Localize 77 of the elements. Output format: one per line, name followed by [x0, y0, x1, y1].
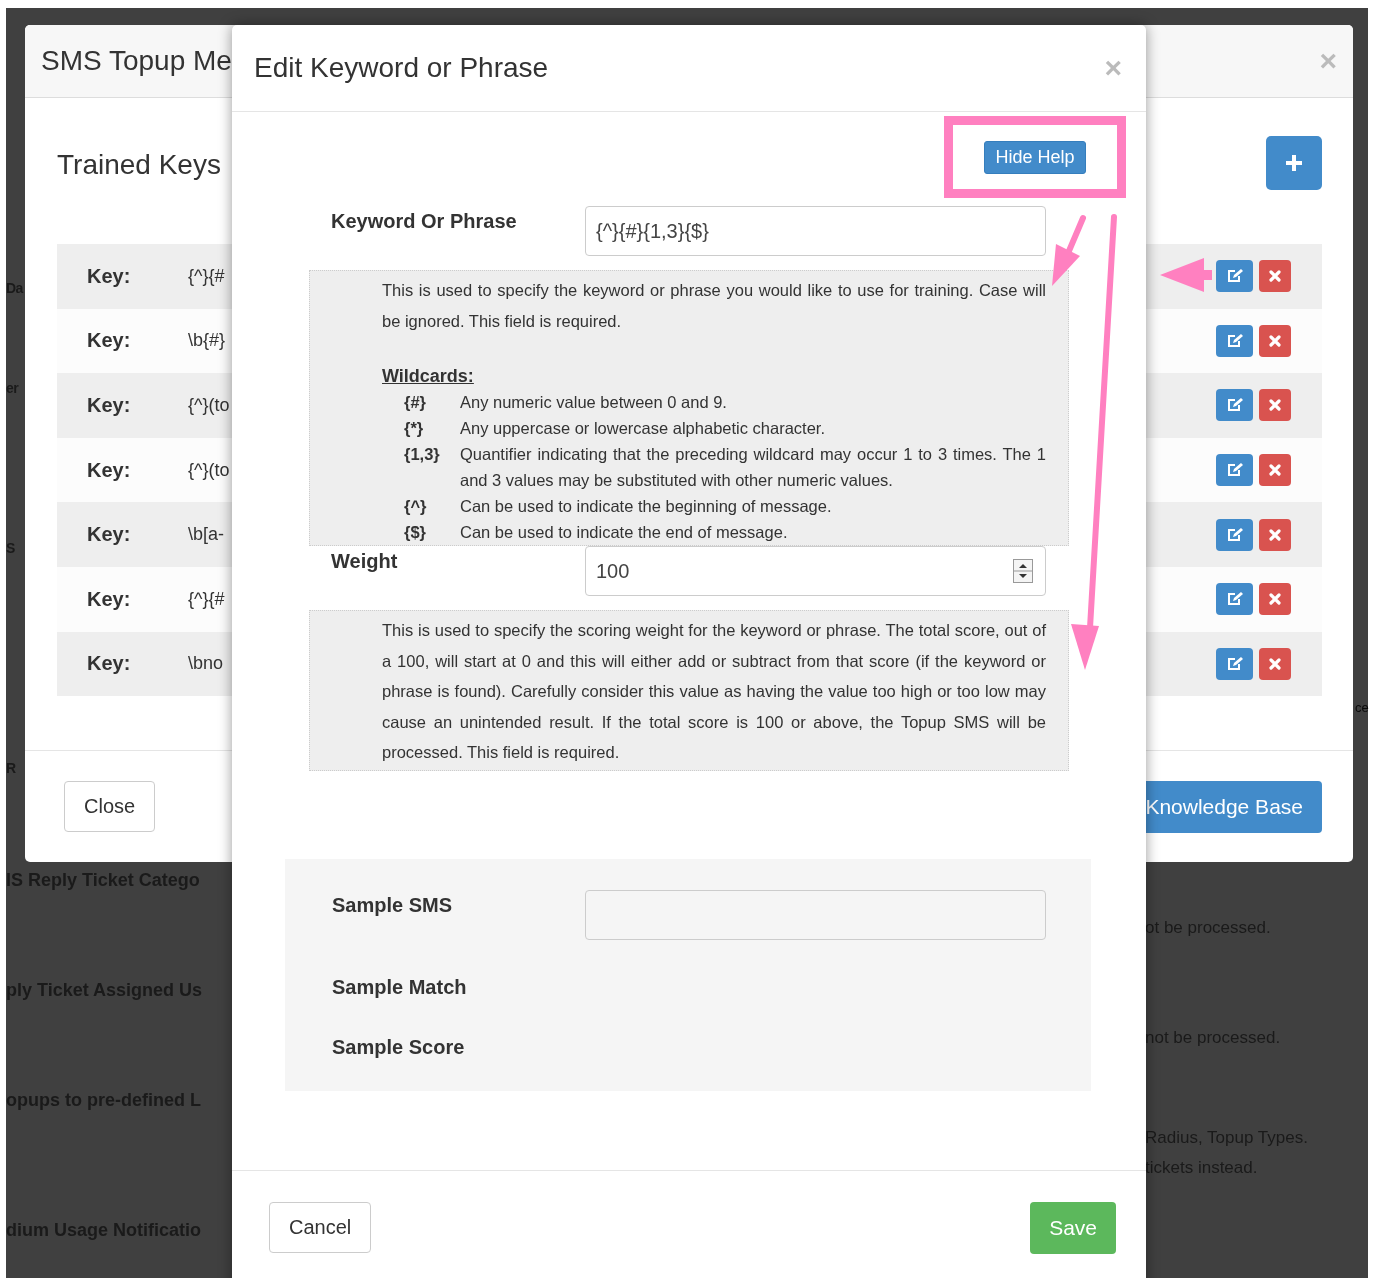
- plus-icon: [1285, 154, 1303, 172]
- delete-button[interactable]: [1259, 518, 1291, 551]
- weight-field[interactable]: 100: [585, 546, 1046, 596]
- modal-title: SMS Topup Me: [41, 45, 232, 77]
- wildcard-token: {^}: [403, 496, 428, 517]
- wildcard-description: Any numeric value between 0 and 9.: [460, 392, 728, 413]
- close-icon: [1269, 399, 1281, 412]
- delete-button[interactable]: [1259, 583, 1291, 616]
- edit-icon: [1225, 462, 1244, 479]
- wildcard-token: {*}: [403, 418, 425, 439]
- edit-button[interactable]: [1216, 518, 1253, 551]
- wildcard-description: Any uppercase or lowercase alphabetic character.: [460, 418, 827, 439]
- edit-button[interactable]: [1216, 389, 1253, 422]
- spinner-icon: [1013, 559, 1033, 583]
- field-label: Sample Score: [332, 1036, 466, 1059]
- field-label: Sample Match: [332, 976, 468, 999]
- add-button[interactable]: [1266, 136, 1322, 190]
- delete-button[interactable]: [1259, 260, 1291, 293]
- edit-icon: [1225, 655, 1244, 672]
- edit-icon: [1225, 526, 1244, 543]
- field-value: 100: [596, 559, 630, 583]
- close-button[interactable]: Close: [64, 781, 156, 832]
- key-value: \b{#}: [188, 330, 226, 352]
- key-value: \b[a-: [188, 524, 225, 546]
- keyword-field[interactable]: {^}{#}{1,3}{$}: [585, 206, 1046, 256]
- key-label: Key:: [87, 264, 132, 288]
- edit-icon: [1225, 397, 1244, 414]
- sample-sms-field[interactable]: [585, 890, 1046, 940]
- edit-button[interactable]: [1216, 454, 1253, 487]
- wildcard-token: {#}: [403, 392, 428, 413]
- delete-button[interactable]: [1259, 389, 1291, 422]
- edit-icon: [1225, 268, 1244, 285]
- section-heading: Trained Keys: [57, 149, 221, 181]
- close-icon: [1269, 593, 1281, 606]
- close-icon: [1269, 657, 1281, 670]
- hide-help-button[interactable]: Hide Help: [984, 140, 1086, 174]
- edit-button[interactable]: [1216, 260, 1253, 293]
- key-value: {^}(to: [188, 459, 230, 481]
- delete-button[interactable]: [1259, 647, 1291, 680]
- help-text: This is used to specify the scoring weight for the keyword or phrase. The total score, out of a 100, will start at 0 and this will either add or subtract from that score (if the keyword or phrase is found). Carefully consider this value as having the value too high or too low may cause an unintended result. If the total score is 100 or above, the Topup SMS will be processed. This field is required.: [382, 620, 1046, 763]
- key-value: {^}{#: [188, 265, 225, 287]
- key-label: Key:: [87, 394, 132, 417]
- key-label: Key:: [87, 652, 132, 676]
- field-value: {^}{#}{1,3}{$}: [596, 219, 709, 243]
- key-label: Key:: [87, 587, 132, 611]
- help-text: This is used to specify the keyword or phrase you would like to use for training. Case will be ignored. This field is required.: [382, 280, 1046, 332]
- delete-button[interactable]: [1259, 454, 1291, 487]
- wildcard-token: {$}: [403, 522, 428, 543]
- wildcards-heading: Wildcards:: [382, 365, 475, 388]
- delete-button[interactable]: [1259, 324, 1291, 357]
- field-label: Weight: [331, 550, 399, 573]
- edit-button[interactable]: [1216, 324, 1253, 357]
- wildcard-token: {1,3}: [403, 444, 441, 465]
- key-label: Key:: [87, 329, 132, 353]
- edit-button[interactable]: [1216, 583, 1253, 616]
- field-label: Sample SMS: [332, 894, 454, 917]
- edit-button[interactable]: [1216, 647, 1253, 680]
- edit-icon: [1225, 332, 1244, 349]
- modal-title: Edit Keyword or Phrase: [254, 52, 549, 84]
- close-button[interactable]: ×: [1104, 53, 1122, 83]
- cancel-button[interactable]: Cancel: [269, 1202, 372, 1253]
- close-icon: [1269, 270, 1281, 283]
- key-value: {^}(to: [188, 395, 230, 416]
- field-label: Keyword Or Phrase: [331, 210, 518, 233]
- close-icon: [1269, 334, 1281, 347]
- close-icon: [1269, 528, 1281, 541]
- key-label: Key:: [87, 458, 132, 482]
- annotation-arrow: [1160, 258, 1212, 292]
- save-button[interactable]: Save: [1030, 1202, 1116, 1254]
- key-label: Key:: [87, 523, 132, 547]
- key-value: {^}{#: [188, 588, 225, 610]
- key-value: \bno: [188, 653, 224, 675]
- edit-icon: [1225, 591, 1244, 608]
- wildcard-description: Quantifier indicating that the preceding wildcard may occur 1 to 3 times. The 1 and 3 values may be substituted with other numeric values.: [460, 444, 1046, 491]
- wildcard-description: Can be used to indicate the end of message.: [460, 522, 789, 543]
- close-icon: [1269, 464, 1281, 477]
- wildcard-description: Can be used to indicate the beginning of message.: [460, 496, 833, 517]
